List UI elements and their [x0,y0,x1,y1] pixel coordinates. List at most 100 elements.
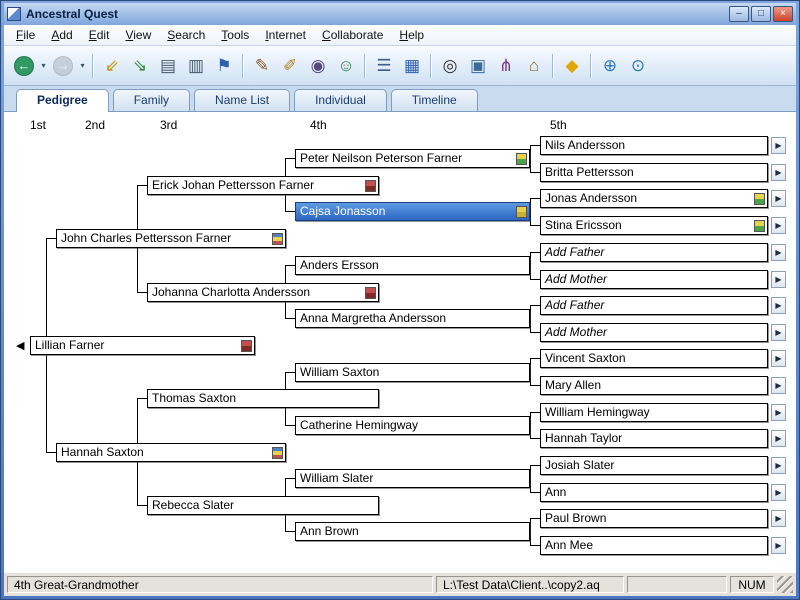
person-box-william-saxton[interactable]: William Saxton [295,363,530,382]
add-mother-button[interactable]: Add Mother [540,323,768,342]
checkout-icon[interactable]: ⇙ [98,52,126,80]
person-box-britta-pettersson[interactable]: Britta Pettersson [540,163,768,182]
tab-pedigree[interactable]: Pedigree [16,89,109,112]
person-box-anders-ersson[interactable]: Anders Ersson [295,256,530,275]
person-box-hannah-taylor[interactable]: Hannah Taylor [540,429,768,448]
extend-pedigree-arrow[interactable]: ▶ [771,164,786,181]
person-box-mary-allen[interactable]: Mary Allen [540,376,768,395]
person-name: Nils Andersson [541,137,767,154]
person-box-lillian-farner[interactable]: Lillian Farner [30,336,255,355]
person-box-josiah-slater[interactable]: Josiah Slater [540,456,768,475]
extend-pedigree-arrow[interactable]: ▶ [771,190,786,207]
toolbar: ←▾→▾⇙⇘▤▥⚑✎✐◉☺☰▦◎▣⋔⌂◆⊕⊙ [4,46,796,86]
extend-pedigree-arrow[interactable]: ▶ [771,137,786,154]
extend-pedigree-arrow[interactable]: ▶ [771,537,786,554]
add-father-button[interactable]: Add Father [540,296,768,315]
tab-family[interactable]: Family [113,89,190,111]
extend-pedigree-arrow[interactable]: ▶ [771,271,786,288]
person-box-nils-andersson[interactable]: Nils Andersson [540,136,768,155]
add-individual-icon[interactable]: ☺ [332,52,360,80]
menu-help[interactable]: Help [391,26,432,44]
extend-pedigree-arrow[interactable]: ▶ [771,244,786,261]
extend-pedigree-arrow[interactable]: ▶ [771,510,786,527]
titlebar: Ancestral Quest – □ × [4,3,796,25]
person-box-catherine-hemingway[interactable]: Catherine Hemingway [295,416,530,435]
person-name: Peter Neilson Peterson Farner [296,150,529,167]
person-box-william-slater[interactable]: William Slater [295,469,530,488]
person-box-william-hemingway[interactable]: William Hemingway [540,403,768,422]
menu-search[interactable]: Search [159,26,213,44]
extend-pedigree-arrow[interactable]: ▶ [771,350,786,367]
person-name: Ann Brown [296,523,529,540]
close-button[interactable]: × [773,6,793,22]
find-icon[interactable]: ◎ [436,52,464,80]
checkin-icon[interactable]: ⇘ [126,52,154,80]
print-icon[interactable]: ▤ [154,52,182,80]
back-dropdown[interactable]: ▾ [38,52,49,80]
person-name: Thomas Saxton [148,390,378,407]
ordinance-status-icon [241,340,252,352]
add-father-button[interactable]: Add Father [540,243,768,262]
extend-pedigree-arrow[interactable]: ▶ [771,324,786,341]
extend-pedigree-arrow[interactable]: ▶ [771,377,786,394]
person-box-ann-brown[interactable]: Ann Brown [295,522,530,541]
back-button[interactable]: ← [10,52,38,80]
extend-pedigree-arrow[interactable]: ▶ [771,484,786,501]
tab-name-list[interactable]: Name List [194,89,290,111]
print-preview-icon[interactable]: ▥ [182,52,210,80]
person-box-ann-mee[interactable]: Ann Mee [540,536,768,555]
edit-individual-icon[interactable]: ✎ [248,52,276,80]
person-name: Erick Johan Pettersson Farner [148,177,378,194]
relationship-icon[interactable]: ⋔ [492,52,520,80]
forward-button-glyph: → [53,56,73,76]
forward-button[interactable]: → [49,52,77,80]
generation-label-4th: 4th [310,118,327,132]
tab-timeline[interactable]: Timeline [391,89,478,111]
menu-collaborate[interactable]: Collaborate [314,26,391,44]
menu-add[interactable]: Add [43,26,80,44]
maximize-button[interactable]: □ [751,6,771,22]
person-box-vincent-saxton[interactable]: Vincent Saxton [540,349,768,368]
forward-dropdown[interactable]: ▾ [77,52,88,80]
menu-tools[interactable]: Tools [213,26,257,44]
views-icon[interactable]: ▣ [464,52,492,80]
extend-pedigree-arrow[interactable]: ▶ [771,430,786,447]
resize-grip[interactable] [777,576,793,593]
back-button-glyph: ← [14,56,34,76]
minimize-button[interactable]: – [729,6,749,22]
scrapbook-icon[interactable]: ◉ [304,52,332,80]
person-box-peter-neilson-peterson-farner[interactable]: Peter Neilson Peterson Farner [295,149,530,168]
extend-pedigree-arrow[interactable]: ▶ [771,457,786,474]
internet-icon[interactable]: ⊕ [596,52,624,80]
person-box-jonas-andersson[interactable]: Jonas Andersson [540,189,768,208]
calendar-icon[interactable]: ▦ [398,52,426,80]
menu-internet[interactable]: Internet [257,26,314,44]
person-box-hannah-saxton[interactable]: Hannah Saxton [56,443,286,462]
person-box-erick-johan-pettersson-farner[interactable]: Erick Johan Pettersson Farner [147,176,379,195]
menu-edit[interactable]: Edit [81,26,118,44]
extend-pedigree-arrow[interactable]: ▶ [771,217,786,234]
tab-individual[interactable]: Individual [294,89,387,111]
person-box-john-charles-pettersson-farner[interactable]: John Charles Pettersson Farner [56,229,286,248]
publish-icon[interactable]: ⚑ [210,52,238,80]
extend-pedigree-arrow[interactable]: ▶ [771,404,786,421]
home-icon[interactable]: ⌂ [520,52,548,80]
person-box-ann[interactable]: Ann [540,483,768,502]
person-box-rebecca-slater[interactable]: Rebecca Slater [147,496,379,515]
status-bar: 4th Great-Grandmother L:\Test Data\Clien… [4,572,796,596]
update-icon[interactable]: ◆ [558,52,586,80]
add-mother-button[interactable]: Add Mother [540,270,768,289]
person-box-stina-ericsson[interactable]: Stina Ericsson [540,216,768,235]
menu-view[interactable]: View [117,26,159,44]
extend-pedigree-arrow[interactable]: ▶ [771,297,786,314]
navigate-back-arrow[interactable]: ◀ [16,339,24,353]
person-box-paul-brown[interactable]: Paul Brown [540,509,768,528]
menu-file[interactable]: File [8,26,43,44]
person-box-anna-margretha-andersson[interactable]: Anna Margretha Andersson [295,309,530,328]
notes-icon[interactable]: ✐ [276,52,304,80]
person-box-thomas-saxton[interactable]: Thomas Saxton [147,389,379,408]
person-box-johanna-charlotta-andersson[interactable]: Johanna Charlotta Andersson [147,283,379,302]
reports-icon[interactable]: ☰ [370,52,398,80]
web-search-icon[interactable]: ⊙ [624,52,652,80]
person-box-cajsa-jonasson[interactable]: Cajsa Jonasson [295,202,530,221]
